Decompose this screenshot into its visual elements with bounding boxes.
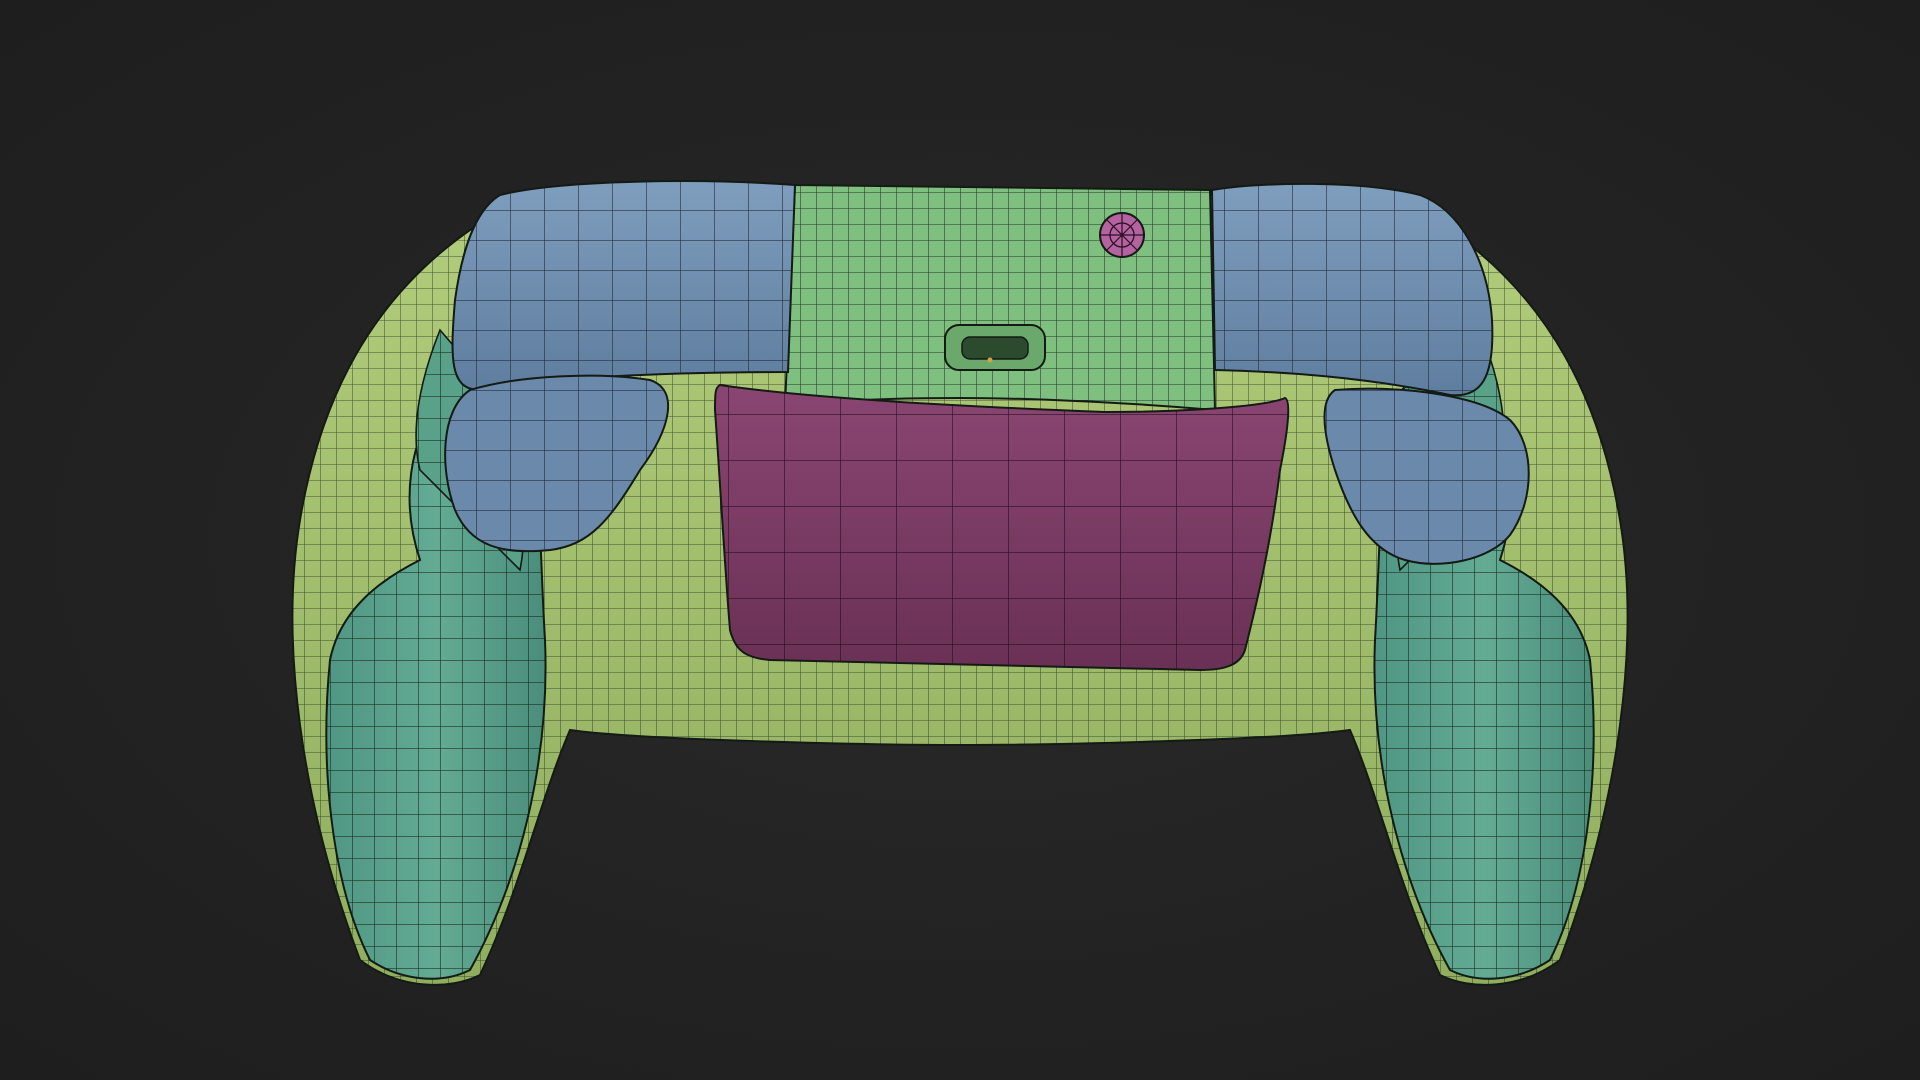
top-panel[interactable] <box>783 183 1217 412</box>
usb-port[interactable] <box>944 324 1046 371</box>
right-bumper[interactable] <box>1210 182 1494 397</box>
pair-button[interactable] <box>1099 212 1145 258</box>
3d-viewport[interactable] <box>0 0 1920 1080</box>
back-battery-door[interactable] <box>713 383 1290 672</box>
controller-model <box>291 180 1629 986</box>
left-bumper[interactable] <box>451 180 797 392</box>
